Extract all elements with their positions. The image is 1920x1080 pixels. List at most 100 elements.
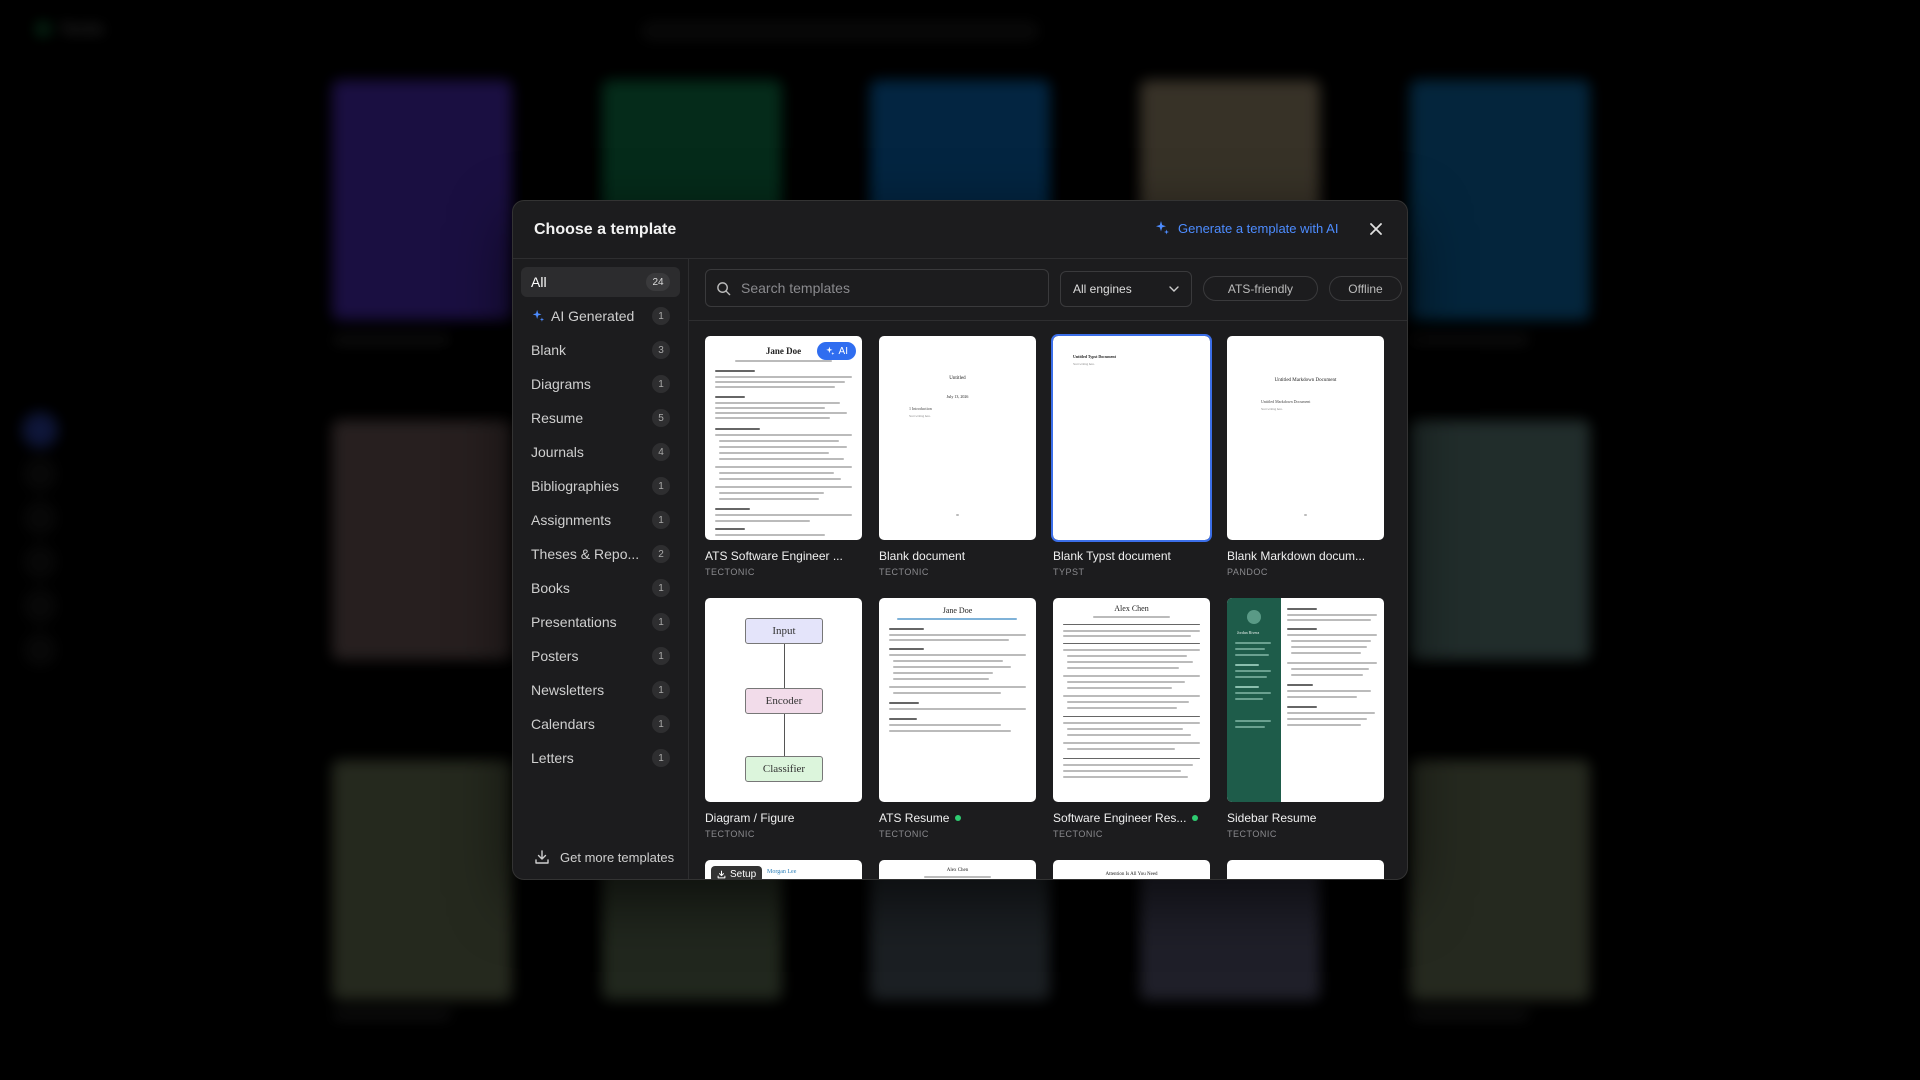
text-line [1067,734,1191,736]
text-line [719,440,839,442]
template-card[interactable] [1227,860,1384,879]
text-line [719,492,824,494]
text-line [735,360,832,362]
sidebar-item-newsletters[interactable]: Newsletters 1 [521,675,680,705]
sidebar-item-bibliographies[interactable]: Bibliographies 1 [521,471,680,501]
text-line [1287,718,1367,720]
template-engine: TYPST [1053,567,1085,577]
filter-toolbar: All engines ATS-friendly Offline [689,259,1407,321]
template-card[interactable]: Alex Chen [1053,598,1210,839]
text-line [715,386,835,388]
search-box[interactable] [705,269,1049,307]
sidebar-item-count: 1 [652,647,670,665]
template-thumbnail: Jordan Rivera [1227,598,1384,802]
template-card[interactable]: Jane Doe ATS Resume TECTONIC [879,598,1036,839]
thumbnail-title: Jordan Rivera [1237,630,1260,635]
sidebar-item-label: Letters [531,750,574,766]
text-line [1287,706,1317,708]
template-card[interactable]: Jordan Rivera Sidebar Resume TECTONIC [1227,598,1384,839]
text-line [1063,630,1200,632]
sidebar-item-all[interactable]: All 24 [521,267,680,297]
sidebar-item-label: Posters [531,648,579,664]
text-line [715,486,852,488]
template-card[interactable]: Untitled Typst Document Start writing he… [1051,334,1212,577]
text-line [715,534,825,536]
sidebar-item-posters[interactable]: Posters 1 [521,641,680,671]
template-card[interactable]: Jane Doe AI ATS Software Engineer ... TE… [705,336,862,577]
sidebar-item-books[interactable]: Books 1 [521,573,680,603]
thumbnail-title: Untitled Markdown Document [1274,378,1337,383]
text-line [1067,667,1179,669]
sidebar-item-theses-reports[interactable]: Theses & Repo... 2 [521,539,680,569]
text-line [893,660,1003,662]
template-card[interactable]: Setup Morgan Lee [705,860,862,879]
ats-friendly-chip[interactable]: ATS-friendly [1203,276,1318,301]
sparkle-icon [1156,221,1169,235]
offline-label: Offline [1348,281,1383,296]
sidebar-item-journals[interactable]: Journals 4 [521,437,680,467]
sidebar-item-ai-generated[interactable]: AI Generated 1 [521,301,680,331]
sidebar-item-label: Assignments [531,512,612,528]
sidebar-item-assignments[interactable]: Assignments 1 [521,505,680,535]
close-button[interactable] [1365,218,1387,240]
text-line [889,718,917,720]
text-line [1067,748,1175,750]
sidebar-item-count: 1 [652,681,670,699]
text-line [715,412,847,414]
text-line [719,498,819,500]
setup-badge[interactable]: Setup [711,866,763,879]
sidebar-item-label: Newsletters [531,682,605,698]
diagram-node: Input [745,618,823,644]
template-card[interactable]: Alex Chen [879,860,1036,879]
thumbnail-date: July 13, 2026 [946,394,969,399]
template-card[interactable]: Input Encoder Classifier Diagram / Figur… [705,598,862,839]
download-icon [535,850,549,864]
template-card[interactable]: Untitled Markdown Document Untitled Mark… [1227,336,1384,577]
template-thumbnail: Alex Chen [1053,598,1210,802]
template-thumbnail: Setup Morgan Lee [705,860,862,879]
template-name-text: Diagram / Figure [705,811,795,825]
template-card[interactable]: Untitled July 13, 2026 1 Introduction St… [879,336,1036,577]
template-engine: TECTONIC [705,829,755,839]
text-line [719,478,841,480]
rule-line [1063,624,1200,625]
sidebar-item-diagrams[interactable]: Diagrams 1 [521,369,680,399]
sidebar-item-count: 1 [652,749,670,767]
sidebar-item-letters[interactable]: Letters 1 [521,743,680,773]
template-thumbnail: Jane Doe [879,598,1036,802]
text-line [1067,707,1177,709]
text-line [1235,642,1271,644]
page-number [956,514,959,516]
sidebar-band [1227,598,1281,802]
template-name-text: ATS Resume [879,811,950,825]
sidebar-item-blank[interactable]: Blank 3 [521,335,680,365]
download-icon [717,870,726,878]
sidebar-item-count: 1 [652,613,670,631]
sidebar-item-calendars[interactable]: Calendars 1 [521,709,680,739]
generate-template-ai-button[interactable]: Generate a template with AI [1154,220,1338,236]
offline-chip[interactable]: Offline [1329,276,1402,301]
template-card[interactable]: Attention Is All You Need [1053,860,1210,879]
text-line [1291,640,1371,642]
text-line [1063,649,1200,651]
sparkle-icon [532,309,545,322]
thumbnail-section: 1 Introduction [909,406,932,411]
text-line [715,428,760,430]
get-more-templates-button[interactable]: Get more templates [534,849,674,865]
rule-line [1063,716,1200,717]
text-line [715,508,750,510]
sidebar-item-label: Blank [531,342,567,358]
sidebar-item-resume[interactable]: Resume 5 [521,403,680,433]
ai-badge: AI [816,342,856,360]
text-line [1063,742,1200,744]
engine-select[interactable]: All engines [1060,271,1192,307]
template-name: ATS Resume [879,811,1036,825]
search-input[interactable] [741,280,1048,296]
sidebar-item-count: 1 [652,579,670,597]
template-engine: PANDOC [1227,567,1268,577]
text-line [1287,619,1371,621]
sidebar-item-count: 1 [652,715,670,733]
sidebar-item-presentations[interactable]: Presentations 1 [521,607,680,637]
page-number [1304,514,1307,516]
diagram-node: Encoder [745,688,823,714]
